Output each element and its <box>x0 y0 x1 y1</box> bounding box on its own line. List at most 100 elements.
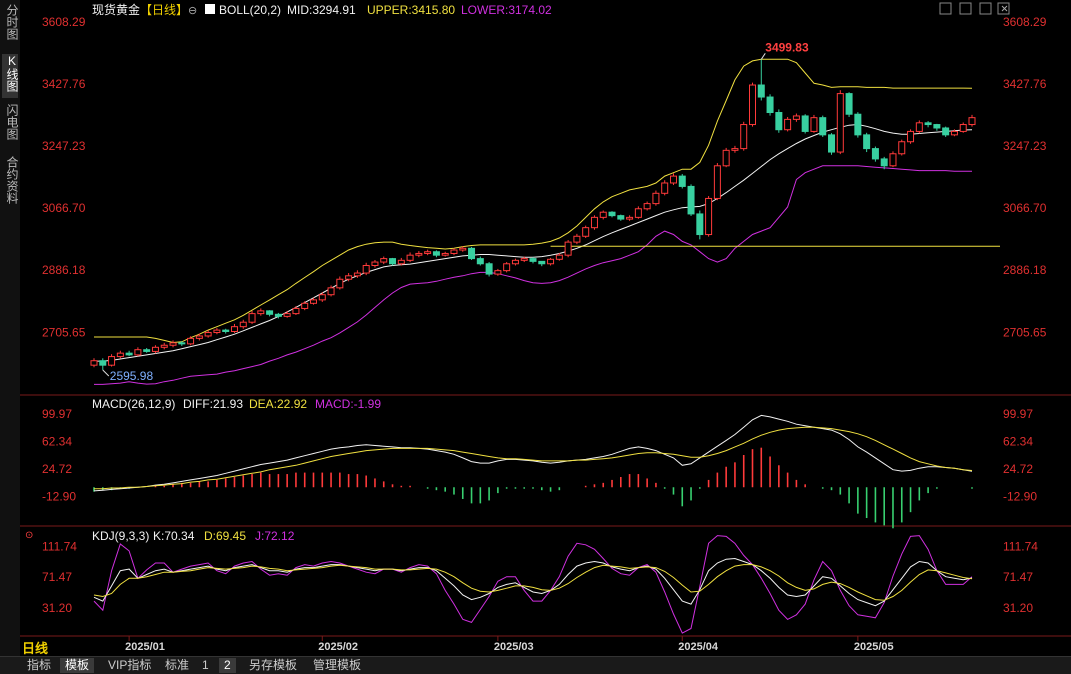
candle-body <box>538 260 546 265</box>
bottom-tab-2[interactable]: 2 <box>219 658 236 673</box>
period-label[interactable]: 日线 <box>22 638 48 657</box>
candle-body <box>485 263 493 275</box>
chart-background <box>20 0 1071 656</box>
candle-body <box>775 112 783 131</box>
candle-body <box>564 241 572 256</box>
candle-body <box>582 227 590 237</box>
kdj-name: KDJ(9,3,3) <box>92 529 149 543</box>
candle-body <box>819 117 827 136</box>
bottom-tab-save-template[interactable]: 另存模板 <box>244 658 302 673</box>
axis-tick-label-left: 31.20 <box>42 601 72 615</box>
sidebar-tab-kline[interactable]: K线图 <box>2 54 19 98</box>
kdj-axis-right: 111.74 71.47 31.20 <box>1003 540 1038 615</box>
bottom-tab-manage-template[interactable]: 管理模板 <box>308 658 366 673</box>
candle-body <box>555 254 563 260</box>
candle-body <box>503 263 511 272</box>
candle-body <box>274 313 282 317</box>
candle-body <box>476 258 484 265</box>
time-tick-label: 2025/05 <box>854 641 894 653</box>
candle-body <box>792 115 800 120</box>
candle-body <box>195 335 203 339</box>
candle-body <box>643 203 651 210</box>
candle-body <box>362 264 370 274</box>
kdj-k-value: K:70.34 <box>153 529 195 543</box>
candle-body <box>590 216 598 229</box>
bottom-tab-standard[interactable]: 标准 <box>160 658 194 673</box>
bottom-tab-vip-indicator[interactable]: VIP指标 <box>103 658 156 673</box>
candle-body <box>722 149 730 167</box>
bottom-tab-indicator[interactable]: 指标 <box>22 658 56 673</box>
candle-body <box>310 299 317 304</box>
chart-canvas[interactable]: 现货黄金 【日线】 ⊖ BOLL(20,2) MID:3294.91 UPPER… <box>20 0 1071 656</box>
boll-mid-value: MID:3294.91 <box>287 3 356 17</box>
axis-tick-label-left: 111.74 <box>42 540 77 554</box>
candle-body <box>441 252 449 256</box>
candle-body <box>705 197 713 236</box>
candle-body <box>749 84 756 126</box>
macd-macd-value: MACD:-1.99 <box>315 397 381 411</box>
candle-body <box>652 192 660 205</box>
axis-tick-label-right: 31.20 <box>1003 601 1033 615</box>
candle-body <box>353 272 361 277</box>
candle-body <box>248 313 256 323</box>
candle-body <box>713 165 721 199</box>
candle-body <box>459 247 467 251</box>
axis-tick-label-left: 71.47 <box>42 570 72 584</box>
boll-upper-value: UPPER:3415.80 <box>367 3 455 17</box>
sidebar-tab-lightning[interactable]: 闪电图 <box>2 104 19 144</box>
low-annotation-label: 2595.98 <box>110 369 154 383</box>
bottom-tab-template[interactable]: 模板 <box>60 658 95 673</box>
boll-color-icon <box>205 4 215 14</box>
candle-body <box>292 307 300 315</box>
candle-body <box>178 342 186 345</box>
bottom-tab-1[interactable]: 1 <box>197 658 214 673</box>
candle-body <box>731 148 739 151</box>
candle-body <box>669 175 677 184</box>
macd-diff-value: DIFF:21.93 <box>183 397 243 411</box>
candle-body <box>608 211 616 217</box>
candle-body <box>696 213 704 236</box>
axis-tick-label-left: 2705.65 <box>42 325 86 339</box>
axis-tick-label-left: 3608.29 <box>42 15 86 29</box>
axis-tick-label-left: -12.90 <box>42 490 76 504</box>
main-chart-header: 现货黄金 【日线】 ⊖ BOLL(20,2) MID:3294.91 UPPER… <box>92 2 552 17</box>
candle-body <box>871 148 879 160</box>
high-annotation-label: 3499.83 <box>765 40 809 54</box>
axis-tick-label-left: 3066.70 <box>42 201 86 215</box>
candle-body <box>626 216 634 220</box>
candle-body <box>766 96 774 114</box>
candle-body <box>889 153 897 167</box>
candle-body <box>99 360 107 366</box>
candle-body <box>450 249 458 254</box>
axis-tick-label-right: 2886.18 <box>1003 263 1047 277</box>
candle-body <box>345 275 353 280</box>
candle-body <box>151 346 159 352</box>
candle-body <box>406 254 414 261</box>
lock-icon[interactable]: ⊖ <box>188 5 197 17</box>
axis-tick-label-left: 99.97 <box>42 407 72 421</box>
sidebar-tab-timeshare[interactable]: 分时图 <box>2 4 19 44</box>
period-tag: 【日线】 <box>140 3 188 17</box>
candle-body <box>907 130 915 143</box>
candle-body <box>468 247 476 260</box>
candle-body <box>740 124 748 150</box>
axis-tick-label-left: 24.72 <box>42 462 72 476</box>
candle-body <box>933 124 941 129</box>
sidebar-tab-contract-info[interactable]: 合约资料 <box>2 156 19 212</box>
candle-body <box>213 329 221 334</box>
axis-tick-label-right: 99.97 <box>1003 407 1033 421</box>
time-tick-label: 2025/01 <box>125 641 165 653</box>
candle-body <box>810 117 818 132</box>
candle-body <box>845 93 853 115</box>
kdj-j-value: J:72.12 <box>255 529 295 543</box>
candle-body <box>494 270 502 275</box>
candle-body <box>432 251 440 256</box>
kdj-settings-icon[interactable]: ⊙ <box>25 530 33 541</box>
bottom-toolbar: 指标 模板 VIP指标 标准 1 2 另存模板 管理模板 <box>0 656 1071 674</box>
axis-tick-label-right: 3608.29 <box>1003 15 1047 29</box>
axis-tick-label-left: 62.34 <box>42 435 72 449</box>
candle-body <box>757 84 765 98</box>
candle-body <box>942 127 950 136</box>
axis-tick-label-right: 3427.76 <box>1003 77 1047 91</box>
candle-body <box>327 287 335 296</box>
